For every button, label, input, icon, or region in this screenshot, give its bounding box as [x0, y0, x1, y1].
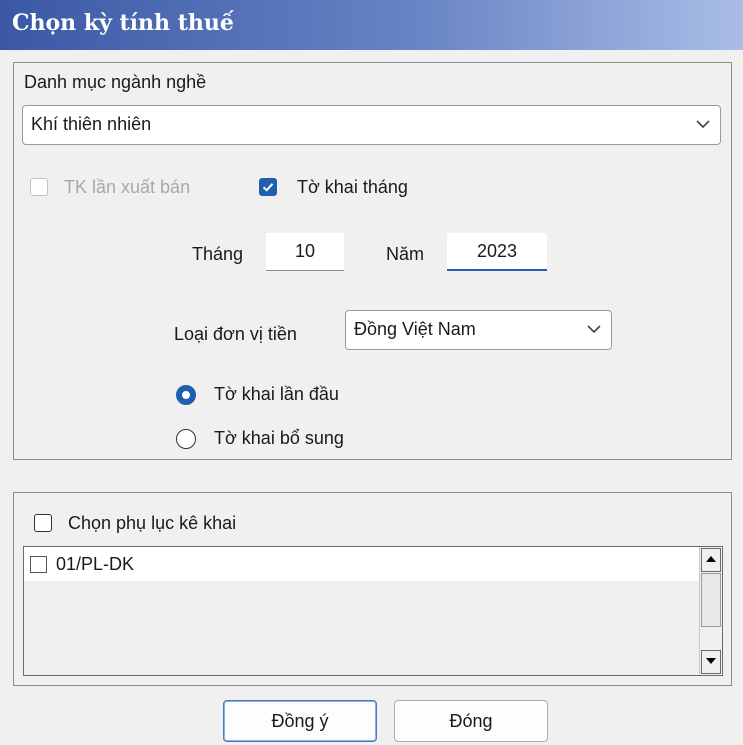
- scrollbar-thumb[interactable]: [701, 573, 721, 627]
- appendix-group: Chọn phụ lục kê khai 01/PL-DK: [13, 492, 732, 686]
- arrow-up-icon: [706, 556, 716, 562]
- select-appendix-label: Chọn phụ lục kê khai: [68, 513, 237, 533]
- close-button[interactable]: Đóng: [394, 700, 548, 742]
- export-checkbox[interactable]: [30, 178, 48, 196]
- year-input[interactable]: 2023: [447, 233, 547, 271]
- month-label: Tháng: [192, 244, 244, 264]
- industry-selected-value: Khí thiên nhiên: [31, 114, 152, 134]
- list-item[interactable]: 01/PL-DK: [24, 547, 700, 581]
- check-icon: [262, 183, 274, 192]
- appendix-item-checkbox[interactable]: [30, 556, 47, 573]
- supplement-declaration-label: Tờ khai bổ sung: [214, 428, 344, 448]
- currency-select[interactable]: Đồng Việt Nam: [345, 310, 612, 350]
- currency-label: Loại đơn vị tiền: [174, 324, 297, 344]
- select-appendix-checkbox[interactable]: [34, 514, 52, 532]
- arrow-down-icon: [706, 658, 716, 664]
- currency-selected-value: Đồng Việt Nam: [354, 319, 476, 339]
- supplement-declaration-radio[interactable]: [176, 429, 196, 449]
- monthly-checkbox[interactable]: [259, 178, 277, 196]
- ok-button[interactable]: Đồng ý: [223, 700, 377, 742]
- vertical-scrollbar[interactable]: [699, 547, 722, 675]
- title-bar: Chọn kỳ tính thuế: [0, 0, 743, 50]
- scroll-up-button[interactable]: [701, 548, 721, 572]
- industry-label: Danh mục ngành nghề: [24, 72, 207, 92]
- monthly-checkbox-label: Tờ khai tháng: [297, 177, 408, 197]
- appendix-list: 01/PL-DK: [23, 546, 723, 676]
- scroll-down-button[interactable]: [701, 650, 721, 674]
- window-title: Chọn kỳ tính thuế: [12, 10, 234, 36]
- first-declaration-radio[interactable]: [176, 385, 196, 405]
- period-group: Danh mục ngành nghề Khí thiên nhiên TK l…: [13, 62, 732, 460]
- year-label: Năm: [386, 244, 425, 264]
- chevron-down-icon: [696, 120, 710, 129]
- export-checkbox-label: TK lần xuất bán: [64, 177, 191, 197]
- industry-select[interactable]: Khí thiên nhiên: [22, 105, 721, 145]
- first-declaration-label: Tờ khai lần đầu: [214, 384, 339, 404]
- month-input[interactable]: 10: [266, 233, 344, 271]
- appendix-item-label: 01/PL-DK: [56, 554, 135, 574]
- chevron-down-icon: [587, 325, 601, 334]
